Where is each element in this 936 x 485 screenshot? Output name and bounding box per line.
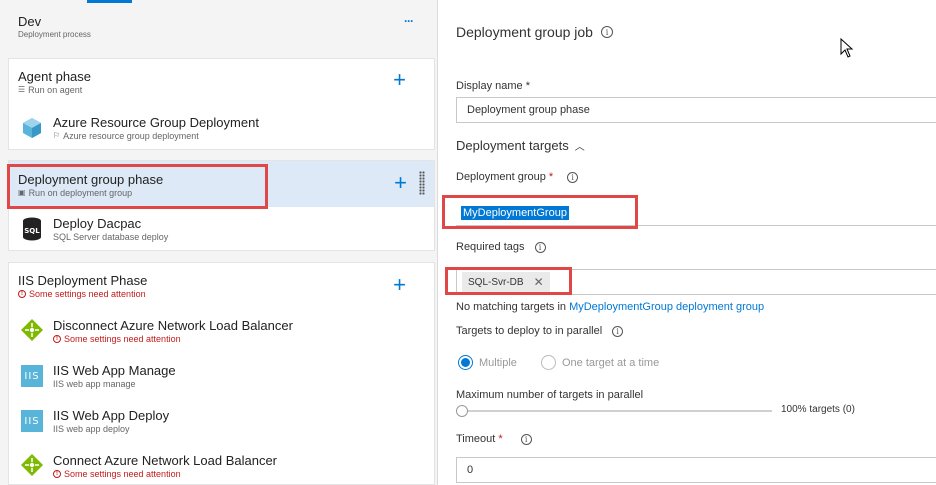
details-title: Deployment group job i <box>456 24 613 40</box>
deployment-group-link[interactable]: MyDeploymentGroup deployment group <box>569 301 764 313</box>
active-tab-indicator <box>87 0 132 3</box>
phase-title: Agent phase <box>18 69 92 84</box>
task-subtitle: ⚐ Azure resource group deployment <box>53 131 199 141</box>
info-icon[interactable]: i <box>567 171 579 183</box>
task-title: Azure Resource Group Deployment <box>53 115 259 130</box>
iis-icon: IIS <box>21 410 43 432</box>
details-panel: Deployment group job i Display name * De… <box>438 0 936 485</box>
info-icon[interactable]: i <box>612 325 624 337</box>
phase-warning: ! Some settings need attention <box>18 289 146 299</box>
close-icon[interactable]: ✕ <box>534 275 544 289</box>
task-row[interactable]: Connect Azure Network Load Balancer ! So… <box>9 444 434 485</box>
display-name-field[interactable]: Deployment group phase <box>456 97 936 123</box>
task-row[interactable]: Azure Resource Group Deployment ⚐ Azure … <box>9 105 434 151</box>
slider-track <box>456 410 772 412</box>
task-title: IIS Web App Manage <box>53 363 176 378</box>
radio-one-at-a-time[interactable]: One target at a time <box>541 355 659 370</box>
required-tags-label: Required tags i <box>456 241 546 253</box>
task-subtitle: IIS web app manage <box>53 379 136 389</box>
phase-subtitle: ▣ Run on deployment group <box>18 188 133 198</box>
required-tags-field[interactable]: SQL-Svr-DB ✕ <box>456 269 936 295</box>
warning-icon: ! <box>18 290 26 298</box>
radio-unselected-icon <box>541 355 556 370</box>
environment-subtitle: Deployment process <box>18 30 91 39</box>
sql-icon: SQL <box>21 217 43 241</box>
phase-card-agent: Agent phase ☰ Run on agent + Azure Resou… <box>8 58 435 150</box>
tag-chip: SQL-Svr-DB ✕ <box>462 272 550 292</box>
no-matching-targets: No matching targets in MyDeploymentGroup… <box>456 301 765 313</box>
timeout-field[interactable]: 0 <box>456 457 936 483</box>
add-task-icon[interactable]: + <box>393 274 406 296</box>
task-subtitle: SQL Server database deploy <box>53 232 169 242</box>
chevron-up-icon: ︿ <box>574 142 585 153</box>
phase-title: Deployment group phase <box>18 172 164 187</box>
field-underline <box>456 225 936 226</box>
task-subtitle: IIS web app deploy <box>53 424 130 434</box>
task-warning: ! Some settings need attention <box>53 469 181 479</box>
mouse-cursor-icon <box>840 38 854 58</box>
phase-title: IIS Deployment Phase <box>18 273 148 288</box>
task-title: Deploy Dacpac <box>53 216 142 231</box>
max-targets-slider[interactable] <box>456 404 772 418</box>
deployment-group-label: Deployment group * i <box>456 171 579 183</box>
task-title: IIS Web App Deploy <box>53 408 170 423</box>
task-row[interactable]: IIS IIS Web App Deploy IIS web app deplo… <box>9 399 434 444</box>
radio-multiple[interactable]: Multiple <box>458 355 517 370</box>
iis-icon: IIS <box>21 365 43 387</box>
warning-icon: ! <box>53 470 61 478</box>
task-title: Connect Azure Network Load Balancer <box>53 453 278 468</box>
task-row[interactable]: SQL Deploy Dacpac SQL Server database de… <box>9 207 434 252</box>
azure-resource-group-icon <box>21 117 43 139</box>
info-icon[interactable]: i <box>600 26 613 38</box>
phase-header-iis[interactable]: IIS Deployment Phase ! Some settings nee… <box>9 263 434 307</box>
radio-selected-icon <box>458 355 473 370</box>
load-balancer-icon <box>21 319 43 341</box>
more-options-icon[interactable]: ··· <box>404 14 414 28</box>
svg-text:SQL: SQL <box>24 227 40 235</box>
phase-header-agent[interactable]: Agent phase ☰ Run on agent + <box>9 59 434 105</box>
slider-thumb[interactable] <box>456 405 468 417</box>
task-row[interactable]: Disconnect Azure Network Load Balancer !… <box>9 309 434 354</box>
phase-card-iis: IIS Deployment Phase ! Some settings nee… <box>8 262 435 485</box>
environment-name: Dev <box>18 14 42 29</box>
parallel-label: Targets to deploy to in parallel i <box>456 325 624 337</box>
environment-header[interactable]: Dev Deployment process ··· <box>8 4 435 49</box>
phase-card-deployment-group: Deployment group phase ▣ Run on deployme… <box>8 160 435 251</box>
warning-icon: ! <box>53 335 61 343</box>
drag-handle-icon[interactable] <box>419 171 425 195</box>
flag-icon: ⚐ <box>53 131 61 140</box>
deployment-group-icon: ▣ <box>18 188 26 197</box>
server-icon: ☰ <box>18 85 26 94</box>
slider-value: 100% targets (0) <box>781 404 855 415</box>
load-balancer-icon <box>21 454 43 476</box>
task-title: Disconnect Azure Network Load Balancer <box>53 318 293 333</box>
task-warning: ! Some settings need attention <box>53 334 181 344</box>
deployment-targets-section[interactable]: Deployment targets ︿ <box>456 138 585 153</box>
task-row[interactable]: IIS IIS Web App Manage IIS web app manag… <box>9 354 434 399</box>
phase-subtitle: ☰ Run on agent <box>18 85 83 95</box>
add-task-icon[interactable]: + <box>394 172 407 194</box>
pipeline-panel: Dev Deployment process ··· Agent phase ☰… <box>0 0 437 485</box>
info-icon[interactable]: i <box>534 241 546 253</box>
phase-header-deployment-group[interactable]: Deployment group phase ▣ Run on deployme… <box>9 161 434 207</box>
display-name-label: Display name * <box>456 80 530 92</box>
info-icon[interactable]: i <box>520 433 532 445</box>
deployment-group-field[interactable]: MyDeploymentGroup <box>456 200 936 226</box>
add-task-icon[interactable]: + <box>393 69 406 91</box>
timeout-label: Timeout * i <box>456 433 532 445</box>
max-targets-label: Maximum number of targets in parallel <box>456 389 644 401</box>
